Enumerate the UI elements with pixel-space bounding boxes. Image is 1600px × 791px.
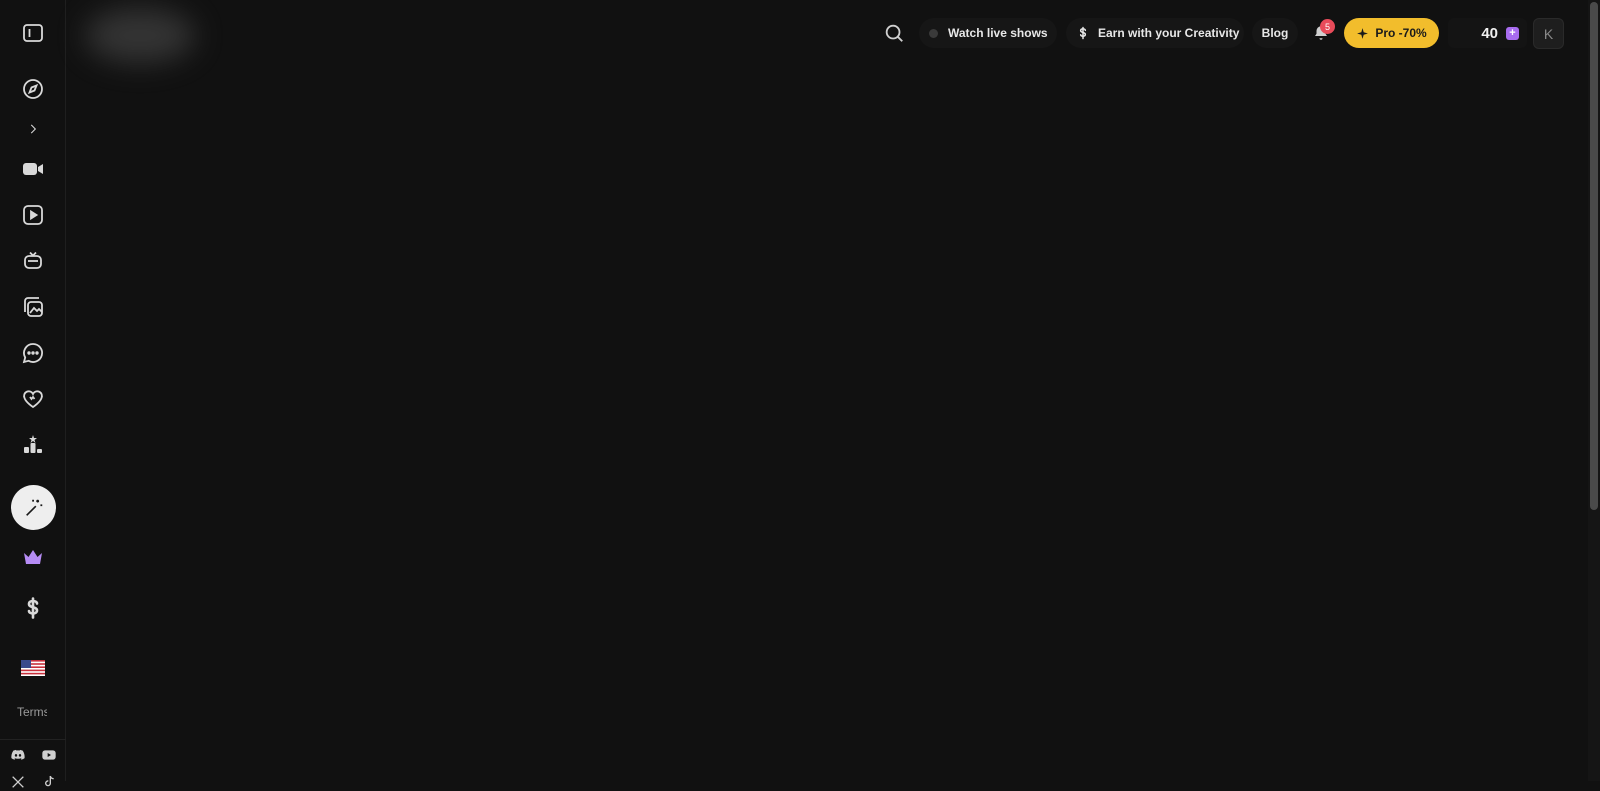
sidebar-toggle-icon[interactable] (13, 13, 53, 53)
watch-live-label: Watch live shows (948, 26, 1048, 40)
dollar-icon (1079, 26, 1087, 40)
blurred-logo (85, 8, 195, 63)
user-avatar[interactable]: K (1533, 18, 1564, 49)
discord-icon[interactable] (9, 746, 27, 764)
sidebar: Terms (0, 0, 66, 788)
add-credits-icon[interactable]: + (1506, 26, 1519, 40)
video-camera-icon[interactable] (13, 149, 53, 189)
pro-upgrade-button[interactable]: Pro -70% (1344, 18, 1439, 48)
sparkle-icon (1357, 27, 1369, 39)
pro-label: Pro -70% (1375, 26, 1427, 40)
live-indicator-dot (929, 28, 938, 38)
crown-premium-icon[interactable] (13, 537, 53, 577)
chevron-right-icon[interactable] (13, 109, 53, 149)
notification-count-badge: 5 (1320, 19, 1335, 34)
tv-live-icon[interactable] (13, 241, 53, 281)
leaderboard-icon[interactable] (13, 425, 53, 465)
image-gallery-icon[interactable] (13, 287, 53, 327)
sidebar-divider (0, 739, 66, 740)
terms-link[interactable]: Terms (17, 705, 47, 719)
x-twitter-icon[interactable] (9, 773, 27, 791)
youtube-icon[interactable] (40, 746, 58, 764)
magic-wand-create-button[interactable] (11, 485, 56, 530)
tiktok-icon[interactable] (40, 773, 58, 791)
us-flag-language-icon[interactable] (13, 648, 53, 688)
dollar-earn-icon[interactable] (13, 588, 53, 628)
blog-link[interactable]: Blog (1252, 18, 1298, 48)
explore-compass-icon[interactable] (13, 69, 53, 109)
credits-balance[interactable]: 40 + (1448, 18, 1527, 48)
scrollbar-thumb[interactable] (1590, 2, 1598, 510)
earn-label: Earn with your Creativity (1098, 26, 1240, 40)
search-button[interactable] (883, 22, 905, 44)
earn-creativity-button[interactable]: Earn with your Creativity (1066, 18, 1244, 48)
search-icon (885, 24, 903, 42)
chat-bubble-icon[interactable] (13, 333, 53, 373)
play-video-icon[interactable] (13, 195, 53, 235)
credits-count: 40 (1481, 24, 1498, 42)
heart-sparkle-icon[interactable] (13, 379, 53, 419)
magic-wand-icon (25, 499, 42, 516)
blog-label: Blog (1261, 26, 1289, 40)
watch-live-button[interactable]: Watch live shows (919, 18, 1057, 48)
